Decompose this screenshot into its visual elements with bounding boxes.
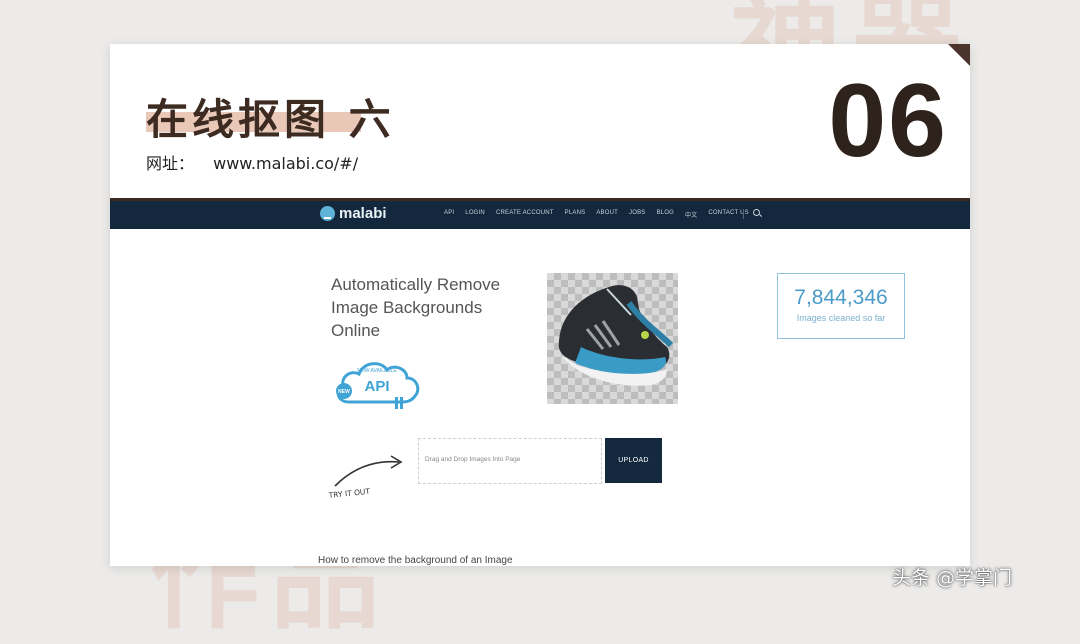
api-badge-new-text: NEW bbox=[338, 389, 350, 395]
nav-link-plans[interactable]: PLANS bbox=[565, 210, 586, 219]
nav-link-jobs[interactable]: JOBS bbox=[629, 210, 645, 219]
malabi-headline: Automatically Remove Image Backgrounds O… bbox=[331, 275, 501, 340]
malabi-logo[interactable]: malabi bbox=[320, 205, 387, 222]
nav-link-login[interactable]: LOGIN bbox=[465, 210, 485, 219]
site-url[interactable]: www.malabi.co/#/ bbox=[213, 154, 358, 173]
images-counter: 7,844,346 Images cleaned so far bbox=[777, 273, 905, 339]
nav-link-chinese[interactable]: 中文 bbox=[685, 210, 697, 219]
site-label: 网址： bbox=[146, 154, 195, 173]
nav-link-about[interactable]: ABOUT bbox=[596, 210, 618, 219]
malabi-logo-icon bbox=[320, 206, 335, 221]
title-wrap: 在线抠图 六 bbox=[146, 86, 395, 147]
api-cloud-badge[interactable]: NOW AVAILABLE API NEW bbox=[331, 350, 425, 412]
api-badge-small-text: NOW AVAILABLE bbox=[357, 368, 397, 374]
nav-link-api[interactable]: API bbox=[444, 210, 454, 219]
upload-button[interactable]: UPLOAD bbox=[605, 438, 662, 483]
drop-zone[interactable]: Drag and Drop Images Into Page bbox=[418, 438, 602, 484]
search-icon[interactable] bbox=[753, 209, 760, 216]
nav-separator bbox=[743, 209, 744, 219]
nav-link-create-account[interactable]: CREATE ACCOUNT bbox=[496, 210, 554, 219]
slide-title: 在线抠图 六 bbox=[146, 95, 395, 144]
card-corner-decor bbox=[948, 44, 970, 66]
counter-label: Images cleaned so far bbox=[796, 313, 886, 323]
arrow-icon bbox=[334, 460, 400, 487]
shoe-preview-image bbox=[547, 273, 678, 404]
shoe-illustration bbox=[558, 285, 674, 386]
site-line: 网址： www.malabi.co/#/ bbox=[146, 150, 358, 174]
nav-link-blog[interactable]: BLOG bbox=[657, 210, 674, 219]
slide-card: 在线抠图 六 网址： www.malabi.co/#/ 06 malabi AP… bbox=[110, 44, 970, 566]
drop-zone-placeholder: Drag and Drop Images Into Page bbox=[425, 456, 521, 463]
counter-value: 7,844,346 bbox=[794, 286, 888, 309]
try-it-out-arrow: TRY IT OUT bbox=[327, 455, 403, 500]
api-badge-big-text: API bbox=[364, 378, 389, 395]
slide-number: 06 bbox=[828, 63, 948, 179]
malabi-navbar: malabi API LOGIN CREATE ACCOUNT PLANS AB… bbox=[110, 198, 970, 229]
malabi-logo-text: malabi bbox=[339, 205, 387, 222]
try-it-out-text: TRY IT OUT bbox=[327, 487, 371, 500]
watermark-text: 头条 @学掌门 bbox=[892, 567, 1013, 589]
nav-links: API LOGIN CREATE ACCOUNT PLANS ABOUT JOB… bbox=[444, 210, 749, 219]
howto-link[interactable]: How to remove the background of an Image bbox=[318, 555, 513, 566]
